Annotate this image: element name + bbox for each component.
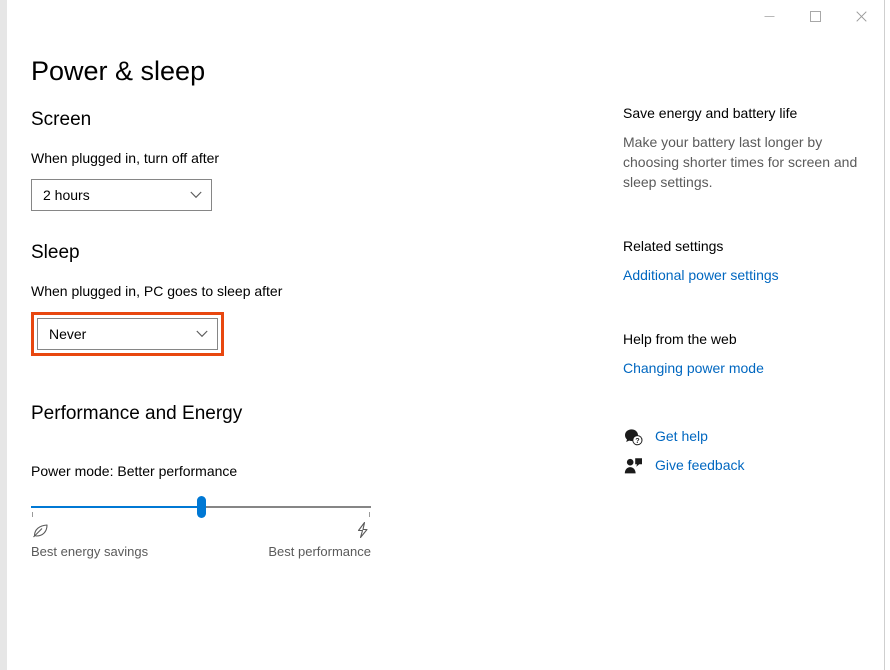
- window-right-border: [884, 0, 885, 670]
- chevron-down-icon: [181, 191, 211, 199]
- page-title: Power & sleep: [31, 56, 206, 86]
- content-area: Power & sleep Screen When plugged in, tu…: [7, 32, 884, 670]
- svg-text:?: ?: [635, 436, 639, 445]
- get-help-link[interactable]: ? Get help: [623, 422, 873, 451]
- maximize-icon: [809, 10, 821, 22]
- screen-turnoff-label: When plugged in, turn off after: [31, 150, 220, 166]
- screen-dropdown-wrapper: 2 hours: [31, 168, 591, 211]
- sidebar-heading-help-from-web: Help from the web: [623, 331, 737, 347]
- link-additional-power-settings[interactable]: Additional power settings: [623, 256, 779, 285]
- section-heading-sleep: Sleep: [31, 242, 80, 263]
- support-links-group: ? Get help Give feedback: [623, 378, 873, 480]
- close-icon: [855, 10, 867, 22]
- sidebar-body-save-energy: Make your battery last longer by choosin…: [623, 134, 858, 190]
- chevron-down-icon: [187, 330, 217, 338]
- close-button[interactable]: [838, 0, 884, 32]
- feedback-person-icon: [623, 456, 643, 476]
- sleep-after-label: When plugged in, PC goes to sleep after: [31, 283, 283, 299]
- side-column: Save energy and battery life Make your b…: [623, 32, 873, 480]
- sleep-dropdown-highlight: Never: [31, 312, 224, 356]
- power-mode-slider[interactable]: Best energy savings Best performance: [31, 496, 373, 572]
- screen-dropdown-value: 2 hours: [43, 187, 90, 203]
- slider-tick-right: [369, 512, 370, 517]
- minimize-button[interactable]: [746, 0, 792, 32]
- minimize-icon: [764, 11, 775, 22]
- sleep-dropdown-wrapper: Never: [31, 301, 591, 356]
- section-heading-performance: Performance and Energy: [31, 403, 243, 424]
- get-help-label: Get help: [655, 428, 708, 444]
- slider-label-performance: Best performance: [268, 544, 371, 559]
- slider-tick-left: [32, 512, 33, 517]
- sidebar-heading-save-energy: Save energy and battery life: [623, 105, 798, 121]
- title-bar[interactable]: [7, 0, 884, 32]
- slider-thumb[interactable]: [196, 496, 206, 518]
- give-feedback-link[interactable]: Give feedback: [623, 451, 873, 480]
- left-nav-rail-edge: [0, 0, 7, 670]
- sidebar-heading-related-settings: Related settings: [623, 238, 724, 254]
- screen-turnoff-dropdown[interactable]: 2 hours: [31, 179, 212, 211]
- sleep-after-dropdown[interactable]: Never: [37, 318, 218, 350]
- power-mode-label: Power mode: Better performance: [31, 463, 238, 479]
- slider-track-fill: [31, 506, 201, 508]
- give-feedback-label: Give feedback: [655, 457, 745, 473]
- lightning-bolt-icon: [353, 520, 373, 540]
- main-column: Power & sleep Screen When plugged in, tu…: [31, 32, 591, 572]
- caption-button-group: [746, 0, 884, 32]
- question-bubble-icon: ?: [623, 427, 643, 447]
- slider-label-energy: Best energy savings: [31, 544, 149, 559]
- sleep-dropdown-value: Never: [49, 326, 87, 342]
- link-changing-power-mode[interactable]: Changing power mode: [623, 349, 764, 378]
- maximize-button[interactable]: [792, 0, 838, 32]
- section-heading-screen: Screen: [31, 109, 92, 130]
- leaf-icon: [31, 520, 51, 540]
- settings-window: Power & sleep Screen When plugged in, tu…: [0, 0, 890, 670]
